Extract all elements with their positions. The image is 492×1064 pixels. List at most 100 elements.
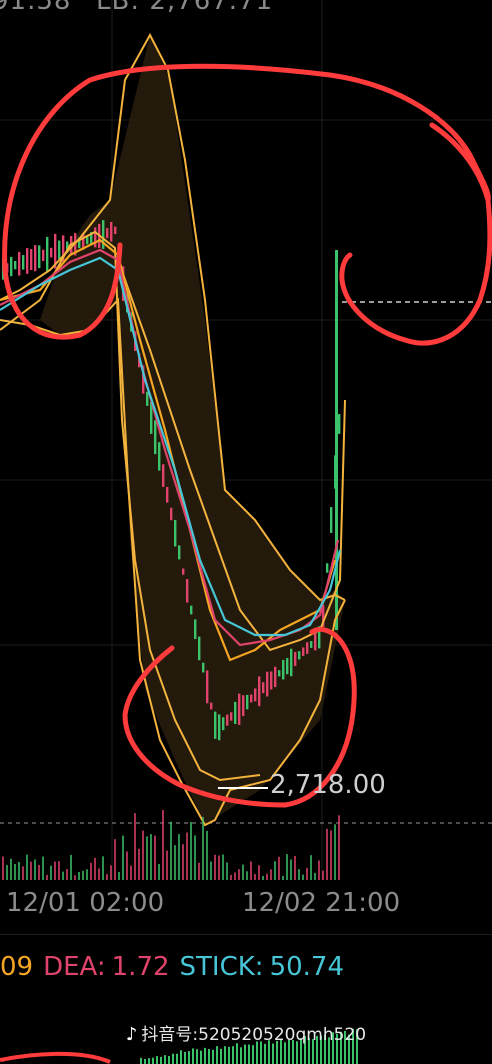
macd-bar — [284, 1042, 286, 1064]
candle — [30, 249, 33, 271]
candle — [286, 658, 289, 675]
macd-bar — [244, 1044, 246, 1064]
volume-bar — [270, 869, 272, 880]
candle — [314, 631, 317, 651]
volume-bar — [102, 856, 104, 880]
volume-bar — [298, 869, 300, 880]
volume-bar — [282, 875, 284, 880]
candle — [310, 641, 313, 648]
volume-bar — [210, 861, 212, 880]
macd-bar — [216, 1046, 218, 1064]
volume-bar — [30, 861, 32, 880]
volume-bar — [330, 830, 332, 880]
macd-red-curve — [0, 1051, 111, 1064]
candle — [330, 507, 333, 533]
volume-bar — [218, 855, 220, 880]
volume-bar — [90, 862, 92, 880]
volume-bar — [334, 824, 336, 880]
candle — [294, 651, 297, 666]
volume-bar — [98, 868, 100, 880]
volume-bar — [138, 848, 140, 880]
volume-bar — [142, 830, 144, 880]
candle — [226, 714, 229, 726]
macd-bar — [200, 1050, 202, 1064]
volume-bar — [322, 870, 324, 880]
macd-bar — [228, 1046, 230, 1064]
candle — [182, 568, 185, 575]
volume-bar — [198, 862, 200, 880]
volume-bar — [58, 861, 60, 880]
volume-bar — [310, 855, 312, 880]
candle — [50, 247, 53, 258]
candle — [206, 670, 209, 704]
macd-bar — [212, 1049, 214, 1064]
volume-bar — [2, 856, 4, 880]
macd-bar — [192, 1048, 194, 1064]
candle — [46, 236, 49, 272]
candle — [270, 671, 273, 690]
candle — [234, 701, 237, 724]
candle — [10, 256, 13, 277]
bollinger-band-fill — [40, 35, 345, 825]
candle — [254, 688, 257, 702]
macd-bar — [176, 1053, 178, 1064]
volume-bar — [318, 860, 320, 880]
volume-bar — [14, 864, 16, 880]
macd-bar — [196, 1049, 198, 1064]
macd-stick-label: STICK: — [179, 952, 264, 982]
volume-bar — [166, 850, 168, 880]
macd-bar — [152, 1057, 154, 1064]
lb-label: LB: 2,767.71 — [96, 0, 274, 16]
candle — [26, 248, 29, 274]
volume-bar — [242, 864, 244, 880]
volume-bar — [38, 864, 40, 880]
volume-bar — [286, 854, 288, 880]
volume-bar — [206, 830, 208, 880]
volume-bar — [234, 872, 236, 880]
volume-bar — [338, 815, 340, 880]
macd-dif-partial: 09 — [0, 952, 34, 982]
volume-bar — [222, 854, 224, 880]
candle — [22, 255, 25, 270]
candle — [335, 250, 338, 630]
macd-bar — [148, 1058, 150, 1064]
header-partial-value: 91.58 — [0, 0, 72, 16]
macd-indicator-bar[interactable]: 09 DEA: 1.72 STICK: 50.74 — [0, 952, 354, 982]
candle — [282, 659, 285, 680]
macd-bar — [168, 1056, 170, 1064]
volume-bars — [2, 809, 340, 880]
volume-bar — [162, 809, 164, 880]
volume-bar — [86, 869, 88, 880]
candle — [326, 563, 329, 573]
candle — [302, 647, 305, 656]
volume-bar — [134, 813, 136, 880]
volume-bar — [122, 835, 124, 880]
macd-bar — [232, 1046, 234, 1064]
macd-bar — [208, 1049, 210, 1064]
volume-bar — [66, 869, 68, 880]
candle — [198, 636, 201, 661]
candle — [190, 605, 193, 615]
candle — [42, 249, 45, 262]
candle — [38, 245, 41, 269]
volume-bar — [290, 859, 292, 880]
candle — [158, 442, 161, 471]
volume-bar — [230, 874, 232, 880]
candle — [214, 711, 217, 739]
volume-bar — [130, 865, 132, 880]
volume-bar — [258, 865, 260, 880]
candle — [338, 414, 341, 434]
macd-bar — [188, 1051, 190, 1064]
macd-bar — [264, 1043, 266, 1064]
candle — [298, 651, 301, 660]
volume-bar — [170, 821, 172, 880]
volume-bar — [78, 871, 80, 880]
macd-dea-value: 1.72 — [111, 952, 170, 982]
annotation-right-hook — [339, 122, 492, 346]
volume-bar — [314, 872, 316, 880]
low-price-label: 2,718.00 — [270, 770, 386, 800]
volume-bar — [46, 874, 48, 880]
candle — [266, 671, 269, 697]
volume-bar — [306, 867, 308, 880]
macd-bar — [240, 1047, 242, 1064]
